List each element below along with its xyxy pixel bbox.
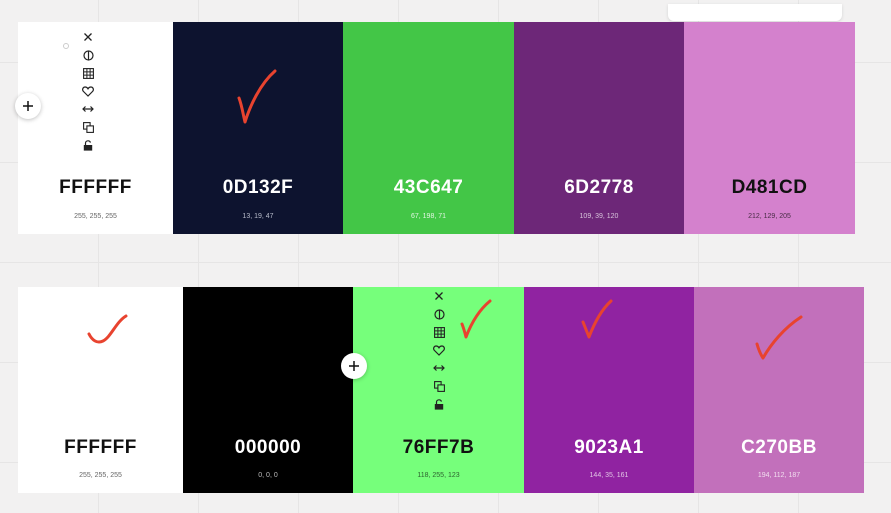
hex-label: FFFFFF <box>64 437 137 458</box>
hex-label: 0D132F <box>222 177 294 198</box>
contrast-icon[interactable] <box>432 305 446 323</box>
close-icon[interactable] <box>81 28 95 46</box>
hex-label: D481CD <box>731 177 808 198</box>
hex-label: 6D2778 <box>564 177 634 198</box>
heart-icon[interactable] <box>432 341 446 359</box>
rgb-label: 109, 39, 120 <box>579 213 619 220</box>
checkmark-annotation <box>755 315 803 360</box>
add-swatch-button[interactable] <box>15 93 41 119</box>
contrast-icon[interactable] <box>81 46 95 64</box>
add-swatch-button[interactable] <box>341 353 367 379</box>
palette-1: FFFFFF 255, 255, 255 0D132F 13, 19, 47 4… <box>18 22 855 234</box>
checkmark-annotation <box>237 69 277 124</box>
checkmark-annotation <box>87 314 128 344</box>
rgb-label: 118, 255, 123 <box>417 472 460 479</box>
rgb-label: 255, 255, 255 <box>79 472 122 479</box>
rgb-label: 0, 0, 0 <box>258 472 278 479</box>
swatch-toolbar <box>432 287 446 413</box>
swatch-ffffff[interactable]: FFFFFF 255, 255, 255 <box>18 287 183 493</box>
swatch-6d2778[interactable]: 6D2778 109, 39, 120 <box>514 22 684 234</box>
checkmark-annotation <box>581 299 613 339</box>
lock-icon[interactable] <box>81 136 95 154</box>
swatch-c270bb[interactable]: C270BB 194, 112, 187 <box>694 287 864 493</box>
close-icon[interactable] <box>432 287 446 305</box>
copy-icon[interactable] <box>81 118 95 136</box>
hex-label: 76FF7B <box>402 437 475 458</box>
swap-icon[interactable] <box>81 100 95 118</box>
hex-label: 43C647 <box>393 177 464 198</box>
rgb-label: 194, 112, 187 <box>757 472 801 479</box>
plus-icon <box>349 361 359 371</box>
grid-icon[interactable] <box>81 64 95 82</box>
swatch-43c647[interactable]: 43C647 67, 198, 71 <box>343 22 514 234</box>
swatch-000000[interactable]: 000000 0, 0, 0 <box>183 287 353 493</box>
top-toolbar <box>668 4 842 21</box>
swap-icon[interactable] <box>432 359 446 377</box>
rgb-label: 144, 35, 161 <box>589 472 629 479</box>
swatch-9023a1[interactable]: 9023A1 144, 35, 161 <box>524 287 694 493</box>
hex-label: C270BB <box>741 437 817 458</box>
copy-icon[interactable] <box>432 377 446 395</box>
swatch-d481cd[interactable]: D481CD 212, 129, 205 <box>684 22 855 234</box>
hex-label: 9023A1 <box>574 437 644 458</box>
hex-label: FFFFFF <box>59 177 132 198</box>
swatch-toolbar <box>81 28 95 154</box>
drag-handle[interactable] <box>63 43 69 49</box>
lock-icon[interactable] <box>432 395 446 413</box>
hex-label: 000000 <box>234 437 302 458</box>
grid-icon[interactable] <box>432 323 446 341</box>
rgb-label: 13, 19, 47 <box>242 213 274 220</box>
checkmark-annotation <box>460 299 492 339</box>
rgb-label: 255, 255, 255 <box>74 213 117 220</box>
heart-icon[interactable] <box>81 82 95 100</box>
swatch-ffffff[interactable]: FFFFFF 255, 255, 255 <box>18 22 173 234</box>
rgb-label: 67, 198, 71 <box>410 213 447 220</box>
plus-icon <box>23 101 33 111</box>
swatch-0d132f[interactable]: 0D132F 13, 19, 47 <box>173 22 343 234</box>
rgb-label: 212, 129, 205 <box>748 213 791 220</box>
